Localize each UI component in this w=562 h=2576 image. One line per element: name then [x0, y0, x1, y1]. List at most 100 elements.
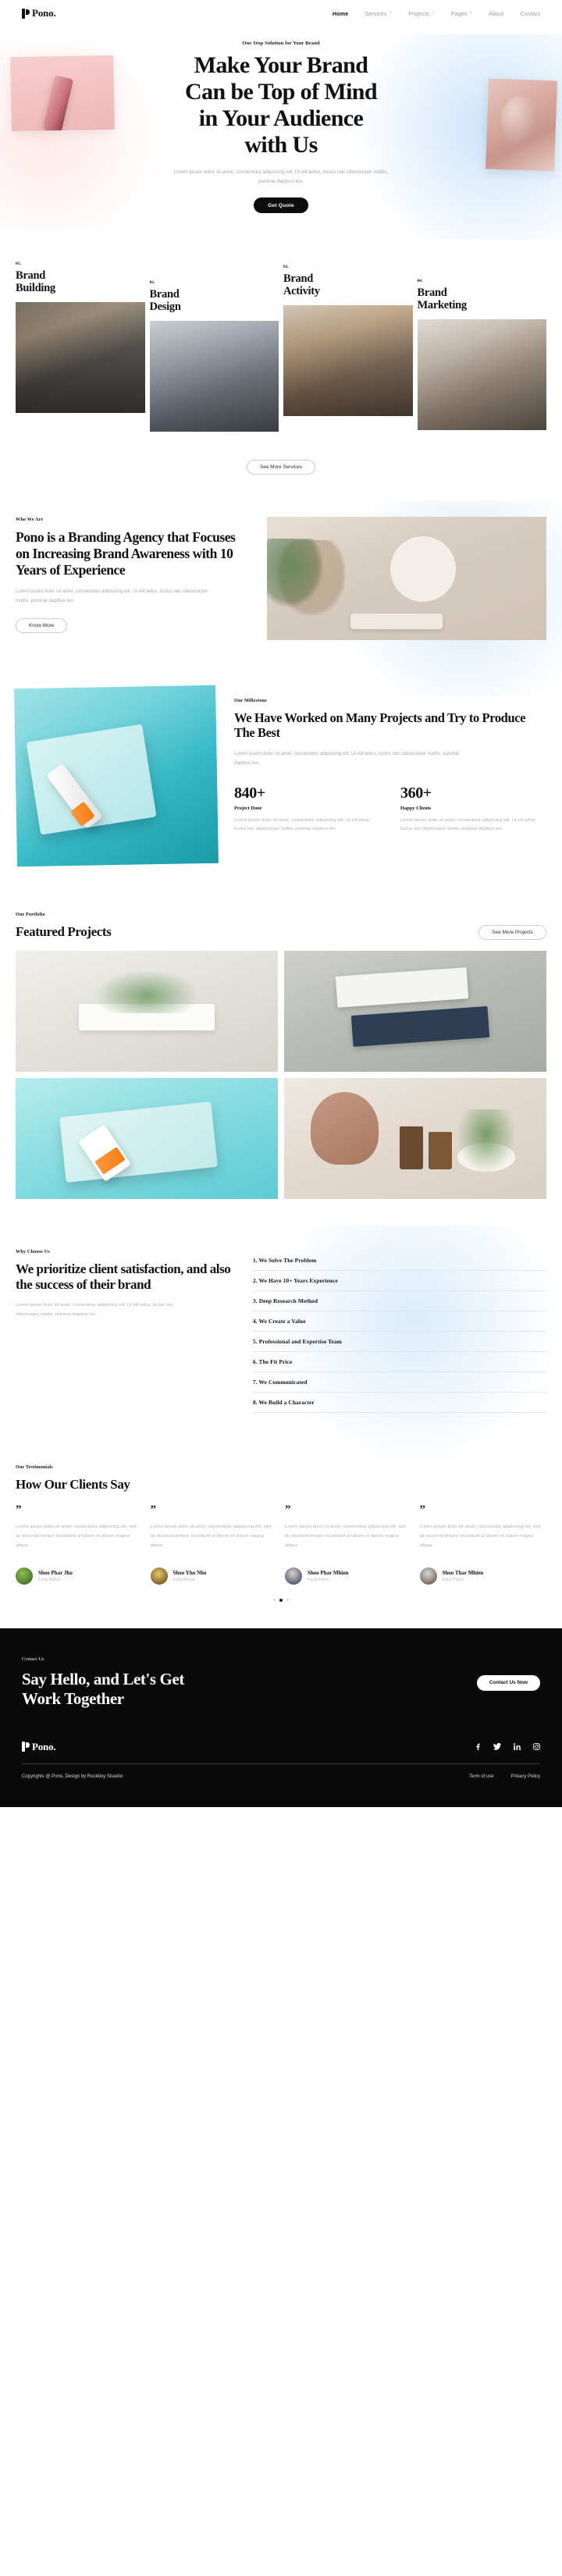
- hero-subtitle: Lorem ipsum dolor sit amet, consectetur …: [173, 169, 389, 184]
- portfolio-item-2[interactable]: [284, 950, 546, 1072]
- portfolio-item-1[interactable]: [16, 950, 278, 1072]
- brand-name: Pono.: [32, 7, 56, 19]
- nav-item-services-label: Services: [365, 9, 387, 17]
- milestone-section: Our Millestone We Have Worked on Many Pr…: [0, 685, 562, 866]
- contact-heading: Say Hello, and Let's Get Work Together: [22, 1670, 184, 1710]
- testimonial-card: ” Lorem ipsum dolor sit amet, consectetu…: [419, 1503, 547, 1585]
- get-quote-button[interactable]: Get Quote: [254, 197, 308, 214]
- portfolio-section: Our Portfolio Featured Projects See More…: [0, 912, 562, 1199]
- contact-cta-section: Contact Us Say Hello, and Let's Get Work…: [0, 1628, 562, 1733]
- linkedin-icon[interactable]: [513, 1743, 521, 1751]
- avatar: [16, 1567, 33, 1585]
- nav-item-about[interactable]: About: [489, 10, 503, 17]
- copyright-text: Copyrights @ Pono, Design by Rockboy Stu…: [22, 1774, 123, 1780]
- portfolio-title: Featured Projects: [16, 923, 112, 939]
- chevron-down-icon: +: [432, 11, 435, 16]
- service-card-brand-marketing[interactable]: 04. Brand Marketing: [417, 262, 547, 430]
- carousel-dot-2[interactable]: [279, 1598, 283, 1602]
- privacy-policy-link[interactable]: Privacy Policy: [511, 1774, 540, 1779]
- contact-us-now-button[interactable]: Contact Us Now: [477, 1674, 540, 1691]
- stat-label: Project Done: [234, 805, 262, 811]
- portfolio-grid: [16, 950, 546, 1199]
- who-image-dried-flowers: [278, 539, 345, 615]
- nav-item-contact-label: Contact: [520, 9, 540, 17]
- portfolio-item-3[interactable]: [16, 1077, 278, 1199]
- why-choose-us-heading: We prioritize client satisfaction, and a…: [16, 1261, 231, 1293]
- why-list-item[interactable]: 2. We Have 10+ Years Experience: [253, 1271, 546, 1291]
- why-choose-us-text: Lorem ipsum dolor sit amet, consectetur …: [16, 1303, 174, 1317]
- testimonial-card: ” Lorem ipsum dolor sit amet, consectetu…: [150, 1503, 278, 1585]
- nav-item-pages[interactable]: Pages +: [451, 10, 473, 17]
- nav-item-projects[interactable]: Projects +: [408, 10, 434, 17]
- service-title-line-1: Brand: [149, 288, 180, 301]
- service-number: 01.: [16, 262, 21, 267]
- brand-logo[interactable]: Pono.: [22, 7, 56, 20]
- social-links: [474, 1743, 540, 1751]
- why-list-item[interactable]: 6. The Fit Price: [253, 1352, 546, 1372]
- service-card-brand-design[interactable]: 02. Brand Design: [149, 262, 279, 432]
- stat-number: 360+: [400, 784, 432, 802]
- stat-happy-clients: 360+ Happy Clients Lorem ipsum dolor sit…: [400, 785, 546, 834]
- service-title-line-2: Design: [149, 301, 181, 314]
- milestone-image-sunscreen: [14, 685, 219, 866]
- know-more-button[interactable]: Know More: [16, 617, 68, 633]
- testimonial-author-role: Kang Masak: [173, 1577, 196, 1582]
- why-list-item[interactable]: 4. We Create a Value: [253, 1311, 546, 1332]
- services-cta-row: See More Services: [0, 432, 562, 475]
- why-list-item[interactable]: 1. We Solve The Problem: [253, 1251, 546, 1271]
- milestone-heading: We Have Worked on Many Projects and Try …: [234, 710, 526, 741]
- term-of-use-link[interactable]: Term of use: [469, 1774, 493, 1779]
- hero-eyebrow: One Stop Solution for Your Brand: [242, 41, 320, 46]
- testimonials-row: ” Lorem ipsum dolor sit amet, consectetu…: [16, 1503, 547, 1585]
- why-list-item[interactable]: 5. Professional and Expertise Team: [253, 1332, 546, 1352]
- quote-icon: ”: [419, 1503, 426, 1516]
- carousel-dot-3[interactable]: [286, 1599, 289, 1602]
- nav-item-contact[interactable]: Contact: [521, 10, 540, 17]
- milestone-stats: 840+ Project Done Lorem ipsum dolor sit …: [234, 785, 546, 834]
- testimonials-title: How Our Clients Say: [16, 1476, 130, 1492]
- who-image-podium: [350, 613, 443, 629]
- see-more-projects-button[interactable]: See More Projects: [478, 924, 546, 940]
- footer-legal-links: Term of use Privacy Policy: [469, 1774, 540, 1779]
- nav-item-projects-label: Projects: [408, 9, 430, 17]
- quote-icon: ”: [285, 1503, 291, 1516]
- who-we-are-text: Lorem ipsum dolor sit amet, consectetur …: [16, 588, 208, 603]
- see-more-services-button[interactable]: See More Services: [247, 459, 315, 475]
- why-list-item[interactable]: 3. Deep Research Method: [253, 1291, 546, 1311]
- why-list-item[interactable]: 7. We Communicated: [253, 1372, 546, 1393]
- facebook-icon[interactable]: [474, 1743, 482, 1751]
- testimonial-author-name: Shoo Phar Jho: [38, 1569, 73, 1576]
- testimonial-card: ” Lorem ipsum dolor sit amet, consectetu…: [16, 1503, 143, 1585]
- why-choose-us-section: Why Choose Us We prioritize client satis…: [0, 1225, 562, 1460]
- service-image: [283, 304, 413, 416]
- service-title: Brand Design: [150, 288, 279, 313]
- service-image: [417, 318, 546, 430]
- who-we-are-heading: Pono is a Branding Agency that Focuses o…: [16, 528, 236, 578]
- service-number: 02.: [149, 280, 155, 286]
- portfolio-item-4[interactable]: [284, 1077, 546, 1199]
- hero-title-line-2: Can be Top of Mind: [185, 78, 378, 105]
- hero-title-line-1: Make Your Brand: [194, 52, 368, 78]
- hero-title-line-4: with Us: [244, 131, 318, 158]
- carousel-dot-1[interactable]: [273, 1599, 276, 1602]
- service-title-line-2: Building: [16, 282, 55, 295]
- instagram-icon[interactable]: [532, 1743, 540, 1751]
- chevron-down-icon: +: [469, 11, 473, 16]
- service-card-brand-activity[interactable]: 03. Brand Activity: [283, 262, 413, 416]
- service-card-brand-building[interactable]: 01. Brand Building: [16, 262, 145, 413]
- hero-section: One Stop Solution for Your Brand Make Yo…: [0, 27, 562, 240]
- twitter-icon[interactable]: [493, 1743, 501, 1751]
- testimonial-author-role: Kang Makan: [38, 1577, 62, 1582]
- service-title: Brand Marketing: [418, 286, 547, 311]
- quote-icon: ”: [150, 1503, 157, 1516]
- footer-brand-logo[interactable]: Pono.: [22, 1741, 56, 1753]
- top-navigation-bar: Pono. Home Services + Projects + Pages +…: [0, 0, 562, 27]
- testimonial-author-role: Kang Bakso: [308, 1577, 329, 1582]
- testimonial-author-role: Kang Parkir: [442, 1577, 464, 1582]
- why-list-item[interactable]: 8. We Build a Character: [253, 1393, 546, 1413]
- testimonial-author-name: Shoo Yho Nho: [173, 1569, 207, 1576]
- nav-item-services[interactable]: Services +: [365, 10, 392, 17]
- nav-item-home[interactable]: Home: [333, 10, 348, 17]
- chevron-down-icon: +: [389, 11, 393, 16]
- pono-logo-icon: [22, 8, 30, 19]
